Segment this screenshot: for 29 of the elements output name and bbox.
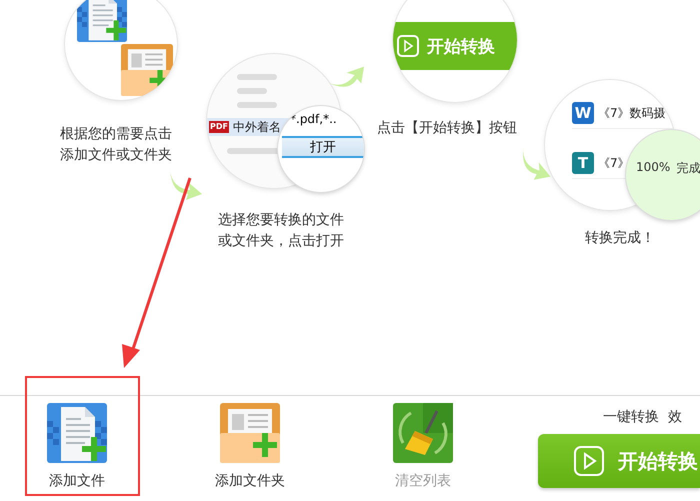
broom-icon (393, 403, 453, 463)
pdf-icon: PDF (209, 121, 229, 133)
add-folder-icon (121, 44, 173, 96)
step-caption: 点击【开始转换】按钮 (377, 119, 517, 138)
file-title: 《7》数码摄 (598, 104, 666, 122)
file-title: 《7》 (598, 154, 630, 172)
start-preview-label: 开始转换 (427, 36, 495, 58)
file-name: 中外着名 (232, 118, 281, 136)
play-icon (397, 35, 419, 57)
blurred-list-row (237, 88, 267, 94)
add-folder-icon (220, 403, 280, 463)
open-button[interactable]: 打开 (282, 136, 364, 158)
step-caption: 添加文件或文件夹 (60, 146, 172, 165)
step-caption: 选择您要转换的文件 (218, 211, 344, 230)
add-folder-button[interactable]: 添加文件夹 (200, 403, 300, 500)
step-caption: 根据您的需要点击 (60, 125, 172, 144)
text-document-icon: T (572, 152, 594, 174)
play-icon (574, 446, 604, 476)
progress-reading: 100% (636, 160, 670, 176)
add-file-button[interactable]: 添加文件 (27, 403, 127, 500)
blurred-list-row (237, 102, 277, 108)
file-type-filter: *.pdf,*.. (290, 112, 337, 126)
word-document-icon: W (572, 102, 594, 124)
status-text: 完成 (676, 160, 700, 177)
step-caption: 或文件夹，点击打开 (218, 232, 344, 251)
add-file-icon (47, 403, 107, 463)
hint-text: 一键转换 效 (602, 408, 682, 426)
blurred-list-row (237, 74, 277, 80)
step-caption: 转换完成！ (585, 229, 655, 248)
